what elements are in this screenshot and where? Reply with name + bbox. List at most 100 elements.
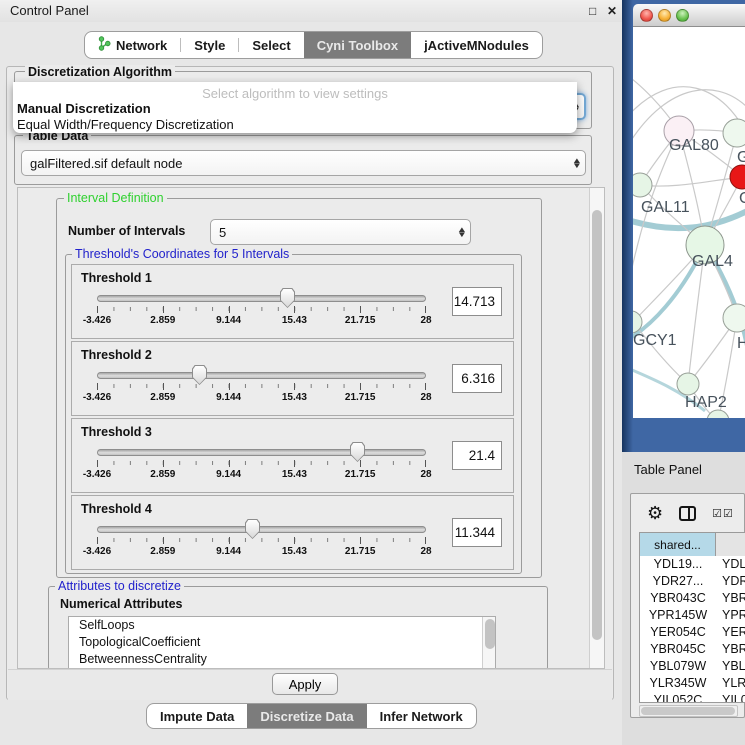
screen: Control Panel □ ✕ Network Style	[0, 0, 745, 745]
node-label-g: G	[737, 149, 745, 167]
gear-icon[interactable]: ⚙	[647, 504, 663, 522]
interval-definition-title: Interval Definition	[64, 191, 167, 205]
cyni-toolbox-panel: Discretization Algorithm ▲▼ Table Data g…	[6, 66, 614, 700]
control-panel-titlebar: Control Panel	[0, 0, 622, 22]
dropdown-option-equal-width[interactable]: Equal Width/Frequency Discretization	[17, 117, 573, 133]
table-panel-toolbar: ⚙ ☑☑	[631, 494, 744, 532]
float-panel-button[interactable]: □	[589, 4, 596, 18]
node-table: shared... na YDL19...YDL1 YDR27...YDR2 Y…	[639, 532, 745, 703]
tab-cyni-toolbox[interactable]: Cyni Toolbox	[304, 32, 411, 58]
table-row[interactable]: YDR27...YDR2	[640, 573, 745, 590]
settings-scrollbar-thumb[interactable]	[592, 210, 602, 640]
minimize-window-button[interactable]	[658, 9, 671, 22]
number-of-intervals-value: 5	[211, 225, 454, 240]
threshold-4-slider-track[interactable]	[97, 526, 426, 533]
tab-style[interactable]: Style	[181, 32, 238, 58]
number-of-intervals-spinner[interactable]: 5 ▲▼	[210, 219, 471, 245]
threshold-1-label: Threshold 1	[81, 271, 152, 285]
threshold-2-ticks: -3.426 2.859 9.144 15.43 21.715 28	[97, 383, 426, 389]
node-gal11[interactable]	[633, 173, 652, 197]
tab-impute-data[interactable]: Impute Data	[147, 704, 247, 728]
threshold-2-panel: Threshold 2 -3.426 2.859 9.144 15.43 21.…	[71, 341, 514, 416]
list-item[interactable]: BetweennessCentrality	[69, 651, 495, 668]
settings-scrollbar[interactable]	[589, 188, 604, 668]
network-canvas[interactable]: GAL80 G GAL11 C GAL4 GCY1 H HAP2	[633, 27, 745, 418]
attributes-group-title: Attributes to discretize	[55, 579, 184, 593]
node-label-gcy1: GCY1	[633, 332, 677, 350]
threshold-3-slider-thumb[interactable]	[350, 442, 365, 462]
threshold-3-ticks: -3.426 2.859 9.144 15.43 21.715 28	[97, 460, 426, 466]
table-row[interactable]: YPR145WYPR1	[640, 607, 745, 624]
table-data-combobox[interactable]: galFiltered.sif default node ▲▼	[21, 150, 586, 176]
node-label-gal80: GAL80	[669, 137, 719, 155]
table-row[interactable]: YBR045CYBR0	[640, 641, 745, 658]
table-horizontal-scrollbar-thumb[interactable]	[641, 707, 735, 715]
node-label-gal4: GAL4	[692, 253, 733, 271]
node-h[interactable]	[723, 304, 745, 332]
table-panel: ⚙ ☑☑ shared... na YDL19...YDL1 YDR27...Y…	[630, 493, 745, 718]
threshold-4-value-field[interactable]: 11.344	[452, 518, 502, 547]
threshold-3-label: Threshold 3	[81, 425, 152, 439]
columns-icon[interactable]	[679, 506, 696, 521]
attributes-list-scrollbar[interactable]	[482, 617, 495, 669]
settings-scroll-area: Interval Definition Number of Intervals …	[17, 187, 605, 669]
network-icon	[98, 36, 111, 54]
table-data-value: galFiltered.sif default node	[22, 156, 569, 171]
threshold-4-ticks: -3.426 2.859 9.144 15.43 21.715 28	[97, 537, 426, 543]
threshold-4-slider-thumb[interactable]	[245, 519, 260, 539]
threshold-3-value-field[interactable]: 21.4	[452, 441, 502, 470]
network-view-window: GAL80 G GAL11 C GAL4 GCY1 H HAP2	[622, 0, 745, 452]
table-horizontal-scrollbar[interactable]	[639, 705, 738, 717]
threshold-1-slider-track[interactable]	[97, 295, 426, 302]
table-row[interactable]: YIL052CYIL0	[640, 692, 745, 703]
threshold-2-value-field[interactable]: 6.316	[452, 364, 502, 393]
network-window-titlebar	[633, 4, 745, 27]
apply-button[interactable]: Apply	[272, 673, 338, 695]
table-header-row: shared... na	[639, 532, 745, 556]
number-of-intervals-label: Number of Intervals	[68, 224, 185, 238]
node-g[interactable]	[723, 119, 745, 147]
threshold-2-label: Threshold 2	[81, 348, 152, 362]
node-hap2[interactable]	[677, 373, 699, 395]
threshold-3-slider-track[interactable]	[97, 449, 426, 456]
threshold-1-slider-thumb[interactable]	[280, 288, 295, 308]
table-panel-title: Table Panel	[634, 462, 702, 477]
list-item[interactable]: TopologicalCoefficient	[69, 634, 495, 651]
network-graph	[633, 27, 745, 418]
column-header-shared-name[interactable]: shared...	[640, 533, 716, 556]
node-label-h: H	[737, 335, 745, 353]
tab-network[interactable]: Network	[85, 32, 180, 58]
column-header-name[interactable]: na	[716, 533, 745, 556]
table-row[interactable]: YBL079WYBL0	[640, 658, 745, 675]
node-label-c: C	[739, 190, 745, 208]
control-panel-tabbar: Network Style Select Cyni Toolbox jActiv…	[84, 31, 543, 59]
close-panel-button[interactable]: ✕	[607, 4, 617, 18]
threshold-2-slider-thumb[interactable]	[192, 365, 207, 385]
close-window-button[interactable]	[640, 9, 653, 22]
numerical-attributes-label: Numerical Attributes	[60, 597, 182, 611]
threshold-1-panel: Threshold 1 -3.426 2.859 9.144 15.43 21.…	[71, 264, 514, 339]
dropdown-hint-option[interactable]: Select algorithm to view settings	[13, 86, 577, 101]
control-panel-title: Control Panel	[10, 3, 89, 18]
table-row[interactable]: YDL19...YDL1	[640, 556, 745, 573]
tab-infer-network[interactable]: Infer Network	[367, 704, 476, 728]
algorithm-dropdown-popup: Select algorithm to view settings Manual…	[13, 82, 577, 133]
table-rows: YDL19...YDL1 YDR27...YDR2 YBR043CYBR0 YP…	[639, 556, 745, 703]
tab-select[interactable]: Select	[239, 32, 303, 58]
threshold-1-value-field[interactable]: 14.713	[452, 287, 502, 316]
select-checkboxes-icon[interactable]: ☑☑	[712, 507, 734, 520]
table-panel-area: Table Panel ⚙ ☑☑ shared... na YDL19...YD…	[622, 452, 745, 745]
zoom-window-button[interactable]	[676, 9, 689, 22]
discretization-algorithm-title: Discretization Algorithm	[25, 65, 175, 79]
table-row[interactable]: YBR043CYBR0	[640, 590, 745, 607]
tab-jactivemnodules[interactable]: jActiveMNodules	[411, 32, 542, 58]
thresholds-group-title: Threshold's Coordinates for 5 Intervals	[72, 247, 292, 261]
threshold-3-panel: Threshold 3 -3.426 2.859 9.144 15.43 21.…	[71, 418, 514, 493]
threshold-1-ticks: -3.426 2.859 9.144 15.43 21.715 28	[97, 306, 426, 312]
threshold-2-slider-track[interactable]	[97, 372, 426, 379]
list-item[interactable]: SelfLoops	[69, 617, 495, 634]
tab-discretize-data[interactable]: Discretize Data	[247, 704, 366, 728]
table-row[interactable]: YLR345WYLR3	[640, 675, 745, 692]
table-row[interactable]: YER054CYER0	[640, 624, 745, 641]
dropdown-option-manual[interactable]: Manual Discretization	[17, 101, 573, 117]
